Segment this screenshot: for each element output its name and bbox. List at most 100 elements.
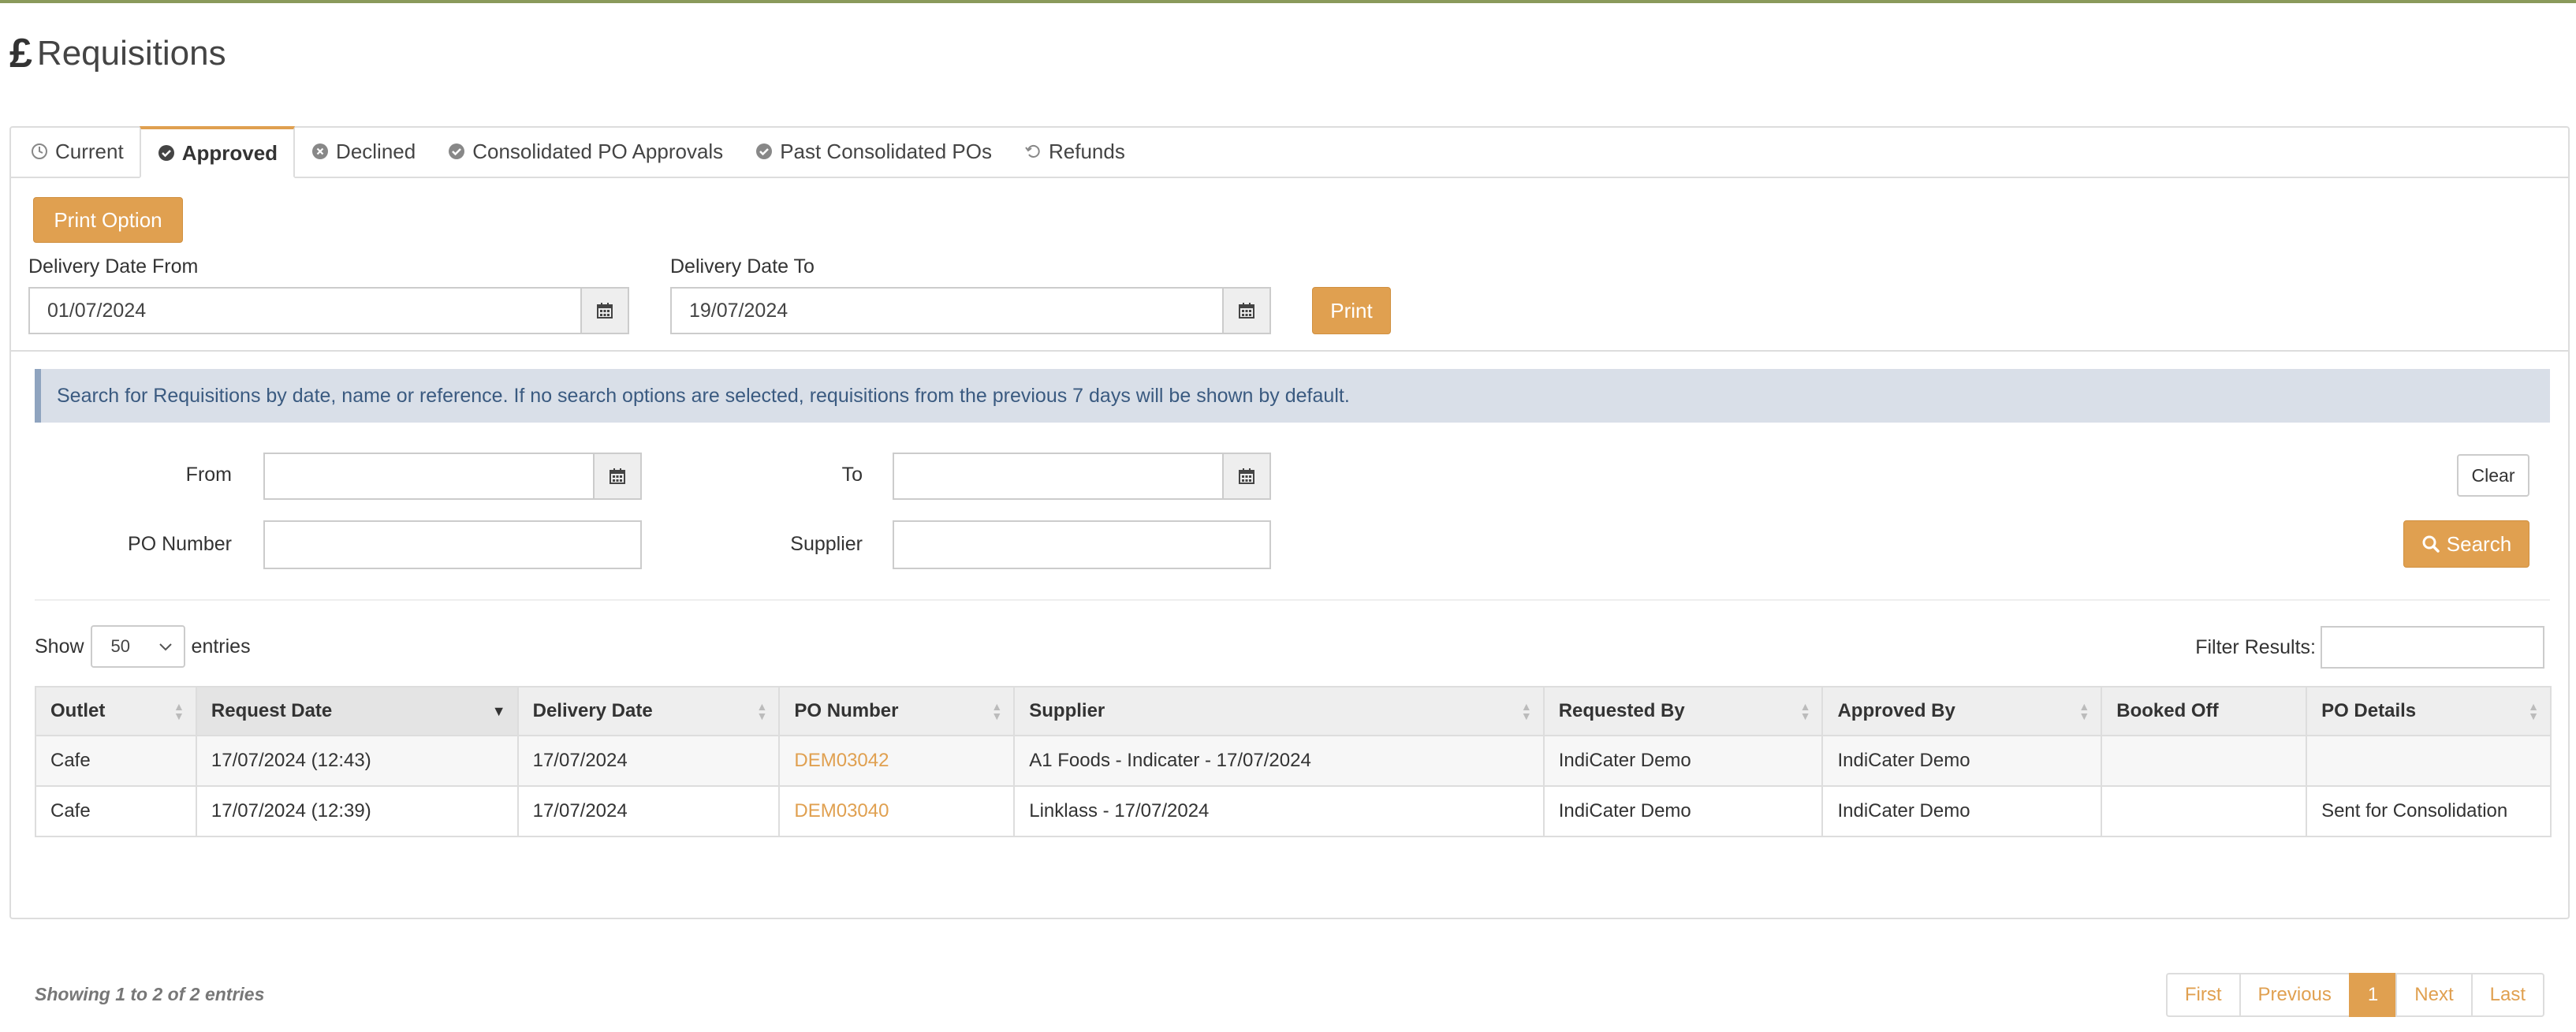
cell-approved-by: IndiCater Demo	[1821, 785, 2103, 837]
filter-control: Filter Results:	[2195, 626, 2544, 669]
cell-delivery-date: 17/07/2024	[516, 785, 781, 837]
cell-po-number: DEM03040	[778, 785, 1016, 837]
po-number-label: PO Number	[128, 533, 232, 555]
sort-icon: ▲ ▼	[991, 700, 1003, 722]
requisitions-panel: Current Approved Declined Consolidated P…	[9, 126, 2570, 1017]
pagination-page-1[interactable]: 1	[2348, 973, 2398, 1017]
delivery-date-from-input[interactable]: 01/07/2024	[28, 287, 580, 334]
sort-icon: ▲ ▼	[1520, 700, 1532, 722]
tab-refunds[interactable]: Refunds	[1008, 126, 1141, 177]
cell-delivery-date: 17/07/2024	[516, 735, 781, 787]
tab-consolidated-po-approvals[interactable]: Consolidated PO Approvals	[431, 126, 739, 177]
print-option-button[interactable]: Print Option	[33, 197, 183, 243]
cell-request-date: 17/07/2024 (12:39)	[195, 785, 519, 837]
table-row[interactable]: Cafe 17/07/2024 (12:43) 17/07/2024 DEM03…	[35, 735, 2552, 787]
calendar-icon[interactable]	[593, 453, 642, 500]
cell-booked-off	[2101, 785, 2308, 837]
column-header-label: Outlet	[50, 700, 106, 721]
table-header-row: Outlet ▲ ▼ Request Date ▼ Delivery Date ▲ ▼ P…	[35, 686, 2552, 736]
column-header-label: Booked Off	[2116, 700, 2219, 721]
column-header-requested-by[interactable]: Requested By ▲ ▼	[1542, 686, 1824, 736]
column-header-delivery-date[interactable]: Delivery Date ▲ ▼	[516, 686, 781, 736]
page-title: £ Requisitions	[9, 30, 226, 77]
clear-button[interactable]: Clear	[2457, 454, 2529, 497]
calendar-icon[interactable]	[580, 287, 629, 334]
calendar-icon[interactable]	[1222, 287, 1271, 334]
tab-consolidated-po-approvals-label: Consolidated PO Approvals	[472, 139, 724, 163]
sort-icon: ▲ ▼	[2528, 700, 2539, 722]
tab-approved[interactable]: Approved	[139, 126, 296, 178]
column-header-label: PO Details	[2321, 700, 2417, 721]
entries-label: entries	[191, 635, 251, 658]
search-from-label: From	[185, 464, 232, 486]
tab-declined[interactable]: Declined	[295, 126, 431, 177]
search-to-input[interactable]	[893, 453, 1222, 500]
po-number-link[interactable]: DEM03040	[794, 800, 889, 822]
column-header-label: PO Number	[794, 700, 899, 721]
check-circle-icon	[157, 143, 176, 162]
cell-request-date: 17/07/2024 (12:43)	[195, 735, 519, 787]
cell-booked-off	[2101, 735, 2308, 787]
column-header-outlet[interactable]: Outlet ▲ ▼	[35, 686, 197, 736]
delivery-date-to-input[interactable]: 19/07/2024	[670, 287, 1222, 334]
tab-past-consolidated-pos[interactable]: Past Consolidated POs	[739, 126, 1008, 177]
cell-requested-by: IndiCater Demo	[1542, 735, 1824, 787]
entries-select[interactable]: 50	[90, 625, 185, 668]
x-circle-icon	[311, 142, 330, 161]
search-divider	[35, 599, 2550, 601]
cell-po-details	[2306, 735, 2552, 787]
cell-po-details: Sent for Consolidation	[2306, 785, 2552, 837]
top-accent-line	[0, 0, 2576, 3]
search-from-group	[263, 453, 642, 500]
column-header-label: Delivery Date	[532, 700, 653, 721]
entries-select-value: 50	[110, 636, 131, 656]
column-header-supplier[interactable]: Supplier ▲ ▼	[1013, 686, 1545, 736]
supplier-label: Supplier	[790, 533, 863, 555]
show-label: Show	[35, 635, 84, 658]
cell-approved-by: IndiCater Demo	[1821, 735, 2103, 787]
pagination-first[interactable]: First	[2165, 973, 2241, 1017]
cell-outlet: Cafe	[35, 785, 197, 837]
column-header-approved-by[interactable]: Approved By ▲ ▼	[1821, 686, 2103, 736]
cell-po-number: DEM03042	[778, 735, 1016, 787]
delivery-date-to-group: 19/07/2024	[670, 287, 1271, 334]
calendar-icon[interactable]	[1222, 453, 1271, 500]
tab-declined-label: Declined	[336, 139, 416, 163]
pagination-previous[interactable]: Previous	[2239, 973, 2350, 1017]
print-button[interactable]: Print	[1312, 287, 1391, 334]
search-from-input[interactable]	[263, 453, 593, 500]
supplier-input[interactable]	[893, 520, 1271, 569]
cell-outlet: Cafe	[35, 735, 197, 787]
clock-icon	[30, 142, 49, 161]
search-button[interactable]: Search	[2403, 520, 2529, 568]
check-circle-icon	[447, 142, 466, 161]
search-to-label: To	[841, 464, 863, 486]
delivery-date-from-label: Delivery Date From	[28, 255, 199, 278]
pagination-next[interactable]: Next	[2395, 973, 2473, 1017]
cell-supplier: A1 Foods - Indicater - 17/07/2024	[1013, 735, 1545, 787]
sort-icon: ▲ ▼	[756, 700, 768, 722]
delivery-date-to-label: Delivery Date To	[670, 255, 815, 278]
filter-results-label: Filter Results:	[2195, 635, 2316, 658]
sort-icon: ▲ ▼	[173, 700, 185, 722]
search-icon	[2421, 535, 2440, 553]
page-title-text: Requisitions	[36, 34, 226, 73]
table-row[interactable]: Cafe 17/07/2024 (12:39) 17/07/2024 DEM03…	[35, 785, 2552, 837]
delivery-date-from-group: 01/07/2024	[28, 287, 629, 334]
cell-requested-by: IndiCater Demo	[1542, 785, 1824, 837]
filter-results-input[interactable]	[2321, 626, 2544, 669]
po-number-input[interactable]	[263, 520, 642, 569]
info-message: Search for Requisitions by date, name or…	[35, 369, 2550, 423]
pound-icon: £	[9, 31, 32, 76]
column-header-po-number[interactable]: PO Number ▲ ▼	[778, 686, 1016, 736]
table-info: Showing 1 to 2 of 2 entries	[35, 984, 265, 1004]
tab-approved-label: Approved	[181, 140, 278, 165]
tab-current[interactable]: Current	[14, 126, 140, 177]
entries-control: Show 50 entries	[35, 624, 251, 669]
column-header-request-date[interactable]: Request Date ▼	[195, 686, 519, 736]
pagination-last[interactable]: Last	[2470, 973, 2544, 1017]
pagination: First Previous 1 Next Last	[2165, 973, 2544, 1017]
po-number-link[interactable]: DEM03042	[794, 750, 889, 771]
column-header-label: Supplier	[1029, 700, 1105, 721]
column-header-po-details[interactable]: PO Details ▲ ▼	[2306, 686, 2552, 736]
